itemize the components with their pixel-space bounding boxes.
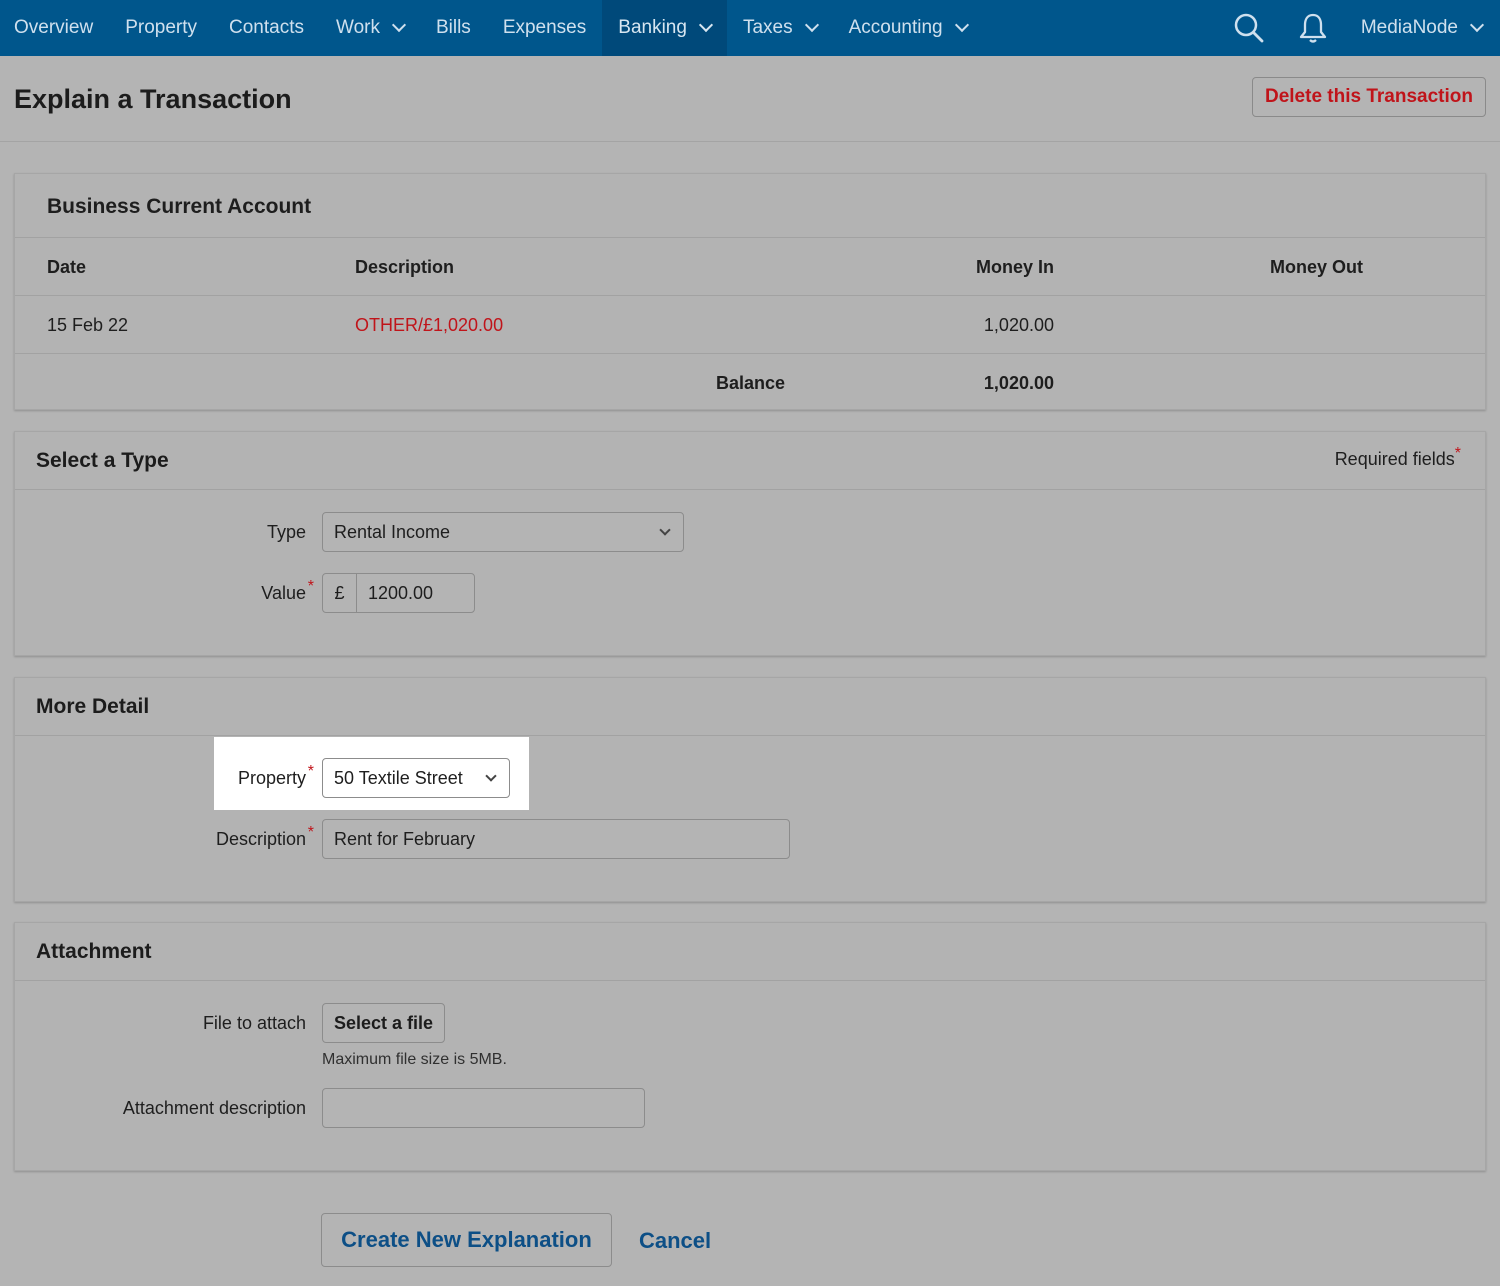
page-title: Explain a Transaction (14, 84, 292, 114)
file-row: File to attach Select a file (15, 1003, 1485, 1043)
nav-item-label: Accounting (848, 17, 943, 38)
chevron-down-icon (485, 770, 497, 782)
chevron-down-icon (698, 17, 714, 33)
type-select-value: Rental Income (334, 521, 451, 542)
select-type-header: Select a Type Required fields* (15, 432, 1485, 490)
account-header: Business Current Account (15, 174, 1485, 238)
property-select-value: 50 Textile Street (334, 767, 463, 788)
type-row: Type Rental Income (15, 512, 1485, 552)
attachment-header: Attachment (15, 923, 1485, 981)
required-fields-note: Required fields* (1334, 445, 1461, 470)
nav-item-label: Bills (435, 17, 471, 38)
create-explanation-button[interactable]: Create New Explanation (321, 1213, 612, 1267)
row-description: OTHER/£1,020.00 (355, 315, 504, 335)
property-label: Property * (237, 763, 314, 789)
nav-item-accounting[interactable]: Accounting (833, 0, 983, 56)
chevron-down-icon (804, 17, 819, 33)
required-star: * (1454, 445, 1461, 462)
nav-item-taxes[interactable]: Taxes (727, 0, 833, 56)
chevron-down-icon (659, 524, 671, 536)
section-title: Attachment (36, 940, 152, 963)
section-title: More Detail (36, 695, 150, 718)
attachment-description-label: Attachment description (122, 1098, 306, 1118)
value-input[interactable]: £ 1200.00 (322, 573, 475, 613)
column-header-description: Description (355, 257, 455, 277)
nav-item-label: Expenses (502, 17, 587, 38)
description-label: Description * (215, 824, 314, 850)
attachment-description-row: Attachment description (15, 1088, 1485, 1128)
search-icon[interactable] (1217, 0, 1281, 56)
nav-item-expenses[interactable]: Expenses (487, 0, 602, 56)
nav-item-overview[interactable]: Overview (0, 0, 109, 56)
bell-icon[interactable] (1281, 0, 1345, 56)
property-select[interactable]: 50 Textile Street (322, 758, 510, 798)
description-input[interactable]: Rent for February (322, 819, 790, 859)
nav-item-bills[interactable]: Bills (420, 0, 487, 56)
table-header-row: Date Description Money In Money Out (15, 238, 1485, 296)
attachment-panel: Attachment File to attach Select a file … (14, 922, 1486, 1171)
chevron-down-icon (1469, 17, 1485, 33)
select-type-panel: Select a Type Required fields* Type Rent… (14, 431, 1486, 656)
account-title: Business Current Account (47, 195, 312, 218)
balance-label: Balance (715, 373, 785, 393)
chevron-down-icon (391, 17, 407, 33)
attachment-description-input[interactable] (322, 1088, 645, 1128)
select-file-button[interactable]: Select a file (322, 1003, 446, 1043)
balance-value: 1,020.00 (983, 373, 1054, 393)
more-detail-header: More Detail (15, 678, 1485, 736)
file-label: File to attach (202, 1013, 306, 1033)
cancel-link[interactable]: Cancel (639, 1228, 711, 1254)
type-select[interactable]: Rental Income (322, 512, 684, 552)
nav-item-label: Overview (14, 17, 94, 38)
column-header-date: Date (47, 257, 87, 277)
user-menu[interactable]: MediaNode (1345, 0, 1500, 56)
column-header-money-out: Money Out (1270, 257, 1363, 277)
file-size-hint: Maximum file size is 5MB. (322, 1051, 507, 1068)
description-row: Description * Rent for February (15, 819, 1485, 859)
row-date: 15 Feb 22 (47, 315, 129, 335)
currency-prefix: £ (323, 574, 357, 612)
nav-item-label: Work (335, 17, 380, 38)
nav-item-label: Banking (618, 17, 687, 38)
nav-item-label: Property (125, 17, 197, 38)
property-row: Property * 50 Textile Street (15, 758, 1485, 798)
nav-item-banking[interactable]: Banking (602, 0, 727, 56)
value-row: Value * £ 1200.00 (15, 573, 1485, 613)
more-detail-panel: More Detail Property * 50 Textile Street … (14, 677, 1486, 902)
type-label: Type (266, 522, 306, 542)
chevron-down-icon (954, 17, 969, 33)
value-input-text: 1200.00 (368, 582, 434, 603)
user-name: MediaNode (1360, 17, 1458, 38)
nav-item-label: Taxes (742, 17, 793, 38)
nav-item-contacts[interactable]: Contacts (213, 0, 320, 56)
nav-item-label: Contacts (229, 17, 304, 38)
top-navigation: Overview Property Contacts Work Bills Ex… (0, 0, 1500, 56)
description-input-text: Rent for February (334, 828, 476, 849)
account-panel: Business Current Account Date Descriptio… (14, 173, 1486, 410)
table-row: 15 Feb 22 OTHER/£1,020.00 1,020.00 (15, 296, 1485, 354)
nav-item-property[interactable]: Property (109, 0, 213, 56)
column-header-money-in: Money In (975, 257, 1054, 277)
row-money-in: 1,020.00 (983, 315, 1054, 335)
balance-row: Balance 1,020.00 (15, 354, 1485, 412)
page-header: Explain a Transaction Delete this Transa… (0, 56, 1500, 142)
section-title: Select a Type (36, 449, 169, 472)
value-label: Value * (261, 578, 314, 604)
nav-right: MediaNode (1217, 0, 1500, 56)
nav-item-work[interactable]: Work (320, 0, 420, 56)
delete-transaction-button[interactable]: Delete this Transaction (1251, 77, 1486, 117)
